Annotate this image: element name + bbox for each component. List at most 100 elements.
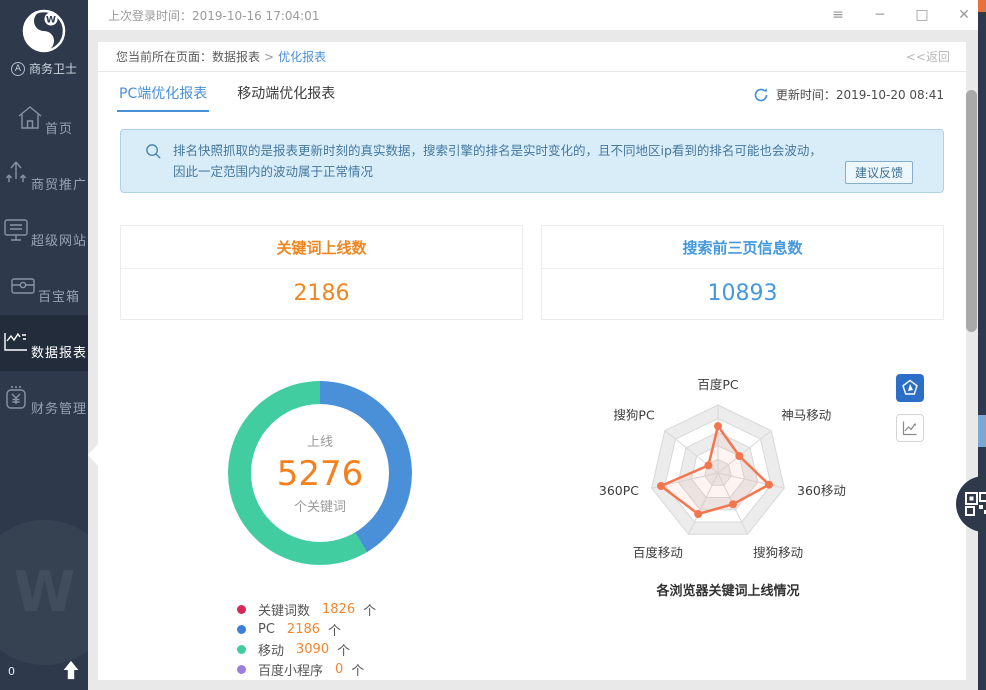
stat-card-keywords-online: 关键词上线数 2186 [120, 225, 523, 320]
radar-view-button[interactable] [896, 374, 924, 402]
legend-item-移动[interactable]: 移动 3090 个 [237, 639, 376, 659]
legend-value: 2186 [287, 622, 320, 637]
legend-label: 移动 [258, 640, 284, 659]
stat-card-title: 搜索前三页信息数 [542, 226, 943, 269]
toolbox-icon [8, 271, 38, 301]
legend-unit: 个 [337, 640, 350, 659]
refresh-icon[interactable] [753, 87, 769, 103]
stat-card-value: 10893 [542, 269, 943, 319]
sidebar-item-label: 财务管理 [31, 402, 87, 417]
tab-pc-report[interactable]: PC端优化报表 [117, 75, 209, 112]
active-item-wedge [88, 444, 98, 466]
legend-dot-icon [237, 605, 246, 614]
radar-view-icon [901, 379, 919, 397]
scrollbar-thumb[interactable] [966, 90, 977, 332]
legend-dot-icon [237, 645, 246, 654]
stat-card-value: 2186 [121, 269, 522, 319]
legend-value: 0 [335, 662, 343, 677]
maximize-button[interactable]: □ [914, 7, 930, 23]
brand-name: 商务卫士 [29, 60, 77, 77]
sidebar-item-label: 首页 [45, 122, 73, 137]
back-link[interactable]: <<返回 [906, 48, 950, 65]
sidebar: W A 商务卫士 首页商贸推广超级网站百宝箱数据报表财务管理 W 0 [0, 0, 88, 690]
legend-value: 3090 [296, 642, 329, 657]
line-view-button[interactable] [896, 414, 924, 442]
breadcrumb-section: 数据报表 [212, 48, 260, 65]
sidebar-item-finance[interactable]: 财务管理 [0, 371, 88, 427]
background-window-edge [978, 0, 986, 690]
sidebar-item-label: 超级网站 [31, 234, 87, 249]
radar-axis-label: 搜狗PC [613, 408, 655, 423]
yinyang-logo-icon: W [20, 6, 68, 54]
notice-text: 排名快照抓取的是报表更新时刻的真实数据，搜索引擎的排名是实时变化的，且不同地区i… [173, 143, 822, 179]
legend-item-百度小程序[interactable]: 百度小程序 0个 [237, 659, 376, 679]
notice-banner: 排名快照抓取的是报表更新时刻的真实数据，搜索引擎的排名是实时变化的，且不同地区i… [120, 129, 944, 193]
update-time: 更新时间：2019-10-20 08:41 [776, 86, 944, 103]
back-to-top-button[interactable] [60, 658, 82, 682]
search-icon [145, 143, 162, 160]
close-button[interactable]: ✕ [956, 7, 972, 23]
last-login-time: 上次登录时间：2019-10-16 17:04:01 [108, 7, 319, 24]
sidebar-counter: 0 [8, 665, 15, 678]
main-area: 上次登录时间：2019-10-16 17:04:01 ≡ ─ □ ✕ 您当前所在页面：… [88, 0, 986, 690]
watermark-logo: W [0, 520, 88, 665]
sidebar-item-data-report[interactable]: 数据报表 [0, 315, 88, 371]
legend-label: PC [258, 622, 275, 637]
svg-text:W: W [46, 16, 56, 26]
donut-center-top: 上线 [307, 431, 333, 450]
app-window: W A 商务卫士 首页商贸推广超级网站百宝箱数据报表财务管理 W 0 上次登录时… [0, 0, 986, 690]
up-arrow-icon [60, 658, 82, 682]
donut-legend: 关键词数1826个PC2186个移动3090个百度小程序0个 [237, 599, 376, 679]
home-icon [15, 103, 45, 133]
legend-item-关键词数[interactable]: 关键词数 1826 个 [237, 599, 376, 619]
sidebar-item-toolbox[interactable]: 百宝箱 [0, 259, 88, 315]
sidebar-item-label: 百宝箱 [38, 290, 80, 305]
legend-dot-icon [237, 625, 246, 634]
sidebar-nav: 首页商贸推广超级网站百宝箱数据报表财务管理 [0, 91, 88, 427]
radar-axis-label: 神马移动 [781, 408, 831, 423]
menu-button[interactable]: ≡ [830, 7, 846, 23]
radar-axis-label: 360PC [599, 483, 639, 498]
feedback-button[interactable]: 建议反馈 [845, 161, 913, 184]
legend-label: 百度小程序 [258, 660, 323, 679]
background-window-scroll [978, 415, 986, 447]
stat-cards: 关键词上线数 2186 搜索前三页信息数 10893 [120, 225, 944, 320]
page-background: 您当前所在页面：数据报表 > 优化报表 <<返回 PC端优化报表 移动端优化报表… [88, 30, 986, 680]
legend-unit: 个 [328, 620, 341, 639]
content-panel: 您当前所在页面：数据报表 > 优化报表 <<返回 PC端优化报表 移动端优化报表… [98, 42, 966, 680]
report-icon [1, 327, 31, 357]
sidebar-item-super-website[interactable]: 超级网站 [0, 203, 88, 259]
charts-area: 上线 5276 个关键词 关键词数1826个PC2186个移动3090个百度小程… [98, 362, 966, 690]
sidebar-item-label: 数据报表 [31, 346, 87, 361]
tab-mobile-report[interactable]: 移动端优化报表 [235, 75, 337, 112]
breadcrumb-prefix: 您当前所在页面： [116, 48, 212, 65]
stat-card-top3-info: 搜索前三页信息数 10893 [541, 225, 944, 320]
legend-dot-icon [237, 665, 246, 674]
breadcrumb-current: 优化报表 [278, 48, 326, 65]
legend-label: 关键词数 [258, 600, 310, 619]
website-icon [1, 215, 31, 245]
donut-center-bottom: 个关键词 [294, 496, 346, 515]
radar-axis-label: 搜狗移动 [753, 545, 803, 560]
legend-unit: 个 [363, 600, 376, 619]
radar-chart: 百度PC神马移动360移动搜狗移动百度移动360PC搜狗PC [568, 373, 868, 583]
window-controls: ≡ ─ □ ✕ [830, 7, 972, 23]
minimize-button[interactable]: ─ [872, 7, 888, 23]
sidebar-item-promotion[interactable]: 商贸推广 [0, 147, 88, 203]
title-bar: 上次登录时间：2019-10-16 17:04:01 ≡ ─ □ ✕ [88, 0, 986, 30]
radar-chart-title: 各浏览器关键词上线情况 [578, 580, 878, 599]
radar-axis-label: 百度移动 [633, 545, 683, 560]
finance-icon [1, 383, 31, 413]
donut-center-value: 5276 [277, 454, 364, 494]
legend-value: 1826 [322, 602, 355, 617]
brand-badge-icon: A [11, 62, 25, 76]
breadcrumb: 您当前所在页面：数据报表 > 优化报表 <<返回 [98, 42, 966, 72]
radar-axis-label: 百度PC [697, 377, 739, 392]
tabs-row: PC端优化报表 移动端优化报表 更新时间：2019-10-20 08:41 [98, 72, 966, 112]
promotion-icon [1, 159, 31, 189]
legend-unit: 个 [351, 660, 364, 679]
sidebar-item-home[interactable]: 首页 [0, 91, 88, 147]
legend-item-PC[interactable]: PC 2186 个 [237, 619, 376, 639]
sidebar-item-label: 商贸推广 [31, 178, 87, 193]
breadcrumb-separator: > [264, 50, 274, 64]
